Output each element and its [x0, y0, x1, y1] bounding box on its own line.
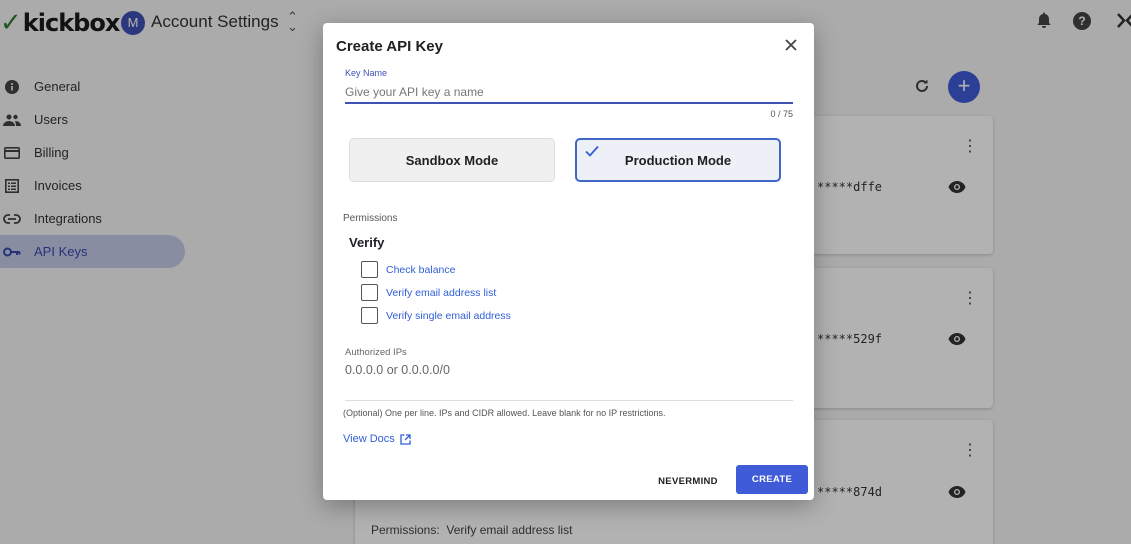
close-icon[interactable] [782, 36, 800, 54]
checkbox-label[interactable]: Verify single email address [386, 310, 511, 322]
nevermind-button[interactable]: NEVERMIND [653, 467, 723, 495]
authorized-ips-help: (Optional) One per line. IPs and CIDR al… [343, 408, 666, 418]
create-api-key-dialog: Create API Key Key Name 0 / 75 Sandbox M… [323, 23, 814, 500]
character-counter: 0 / 75 [770, 109, 793, 119]
permissions-section-label: Permissions [343, 213, 398, 224]
permission-check-balance[interactable]: Check balance [361, 261, 455, 278]
dialog-title: Create API Key [336, 38, 443, 55]
authorized-ips-input[interactable] [345, 363, 793, 401]
checkbox[interactable] [361, 284, 378, 301]
external-link-icon [400, 433, 411, 445]
checkbox[interactable] [361, 307, 378, 324]
permission-verify-single[interactable]: Verify single email address [361, 307, 511, 324]
mode-label: Sandbox Mode [405, 152, 499, 168]
view-docs-link[interactable]: View Docs [343, 433, 411, 445]
permission-group-title: Verify [349, 235, 385, 250]
check-icon [585, 145, 599, 157]
create-button[interactable]: CREATE [736, 465, 808, 494]
key-name-label: Key Name [345, 68, 388, 78]
permission-verify-list[interactable]: Verify email address list [361, 284, 496, 301]
authorized-ips-label: Authorized IPs [345, 347, 407, 358]
checkbox-label[interactable]: Verify email address list [386, 287, 496, 299]
sandbox-mode-button[interactable]: Sandbox Mode [349, 138, 555, 182]
checkbox[interactable] [361, 261, 378, 278]
key-name-input[interactable] [345, 82, 793, 104]
mode-label: Production Mode [624, 152, 732, 168]
docs-link-label[interactable]: View Docs [343, 433, 395, 445]
production-mode-button[interactable]: Production Mode [575, 138, 781, 182]
checkbox-label[interactable]: Check balance [386, 264, 455, 276]
